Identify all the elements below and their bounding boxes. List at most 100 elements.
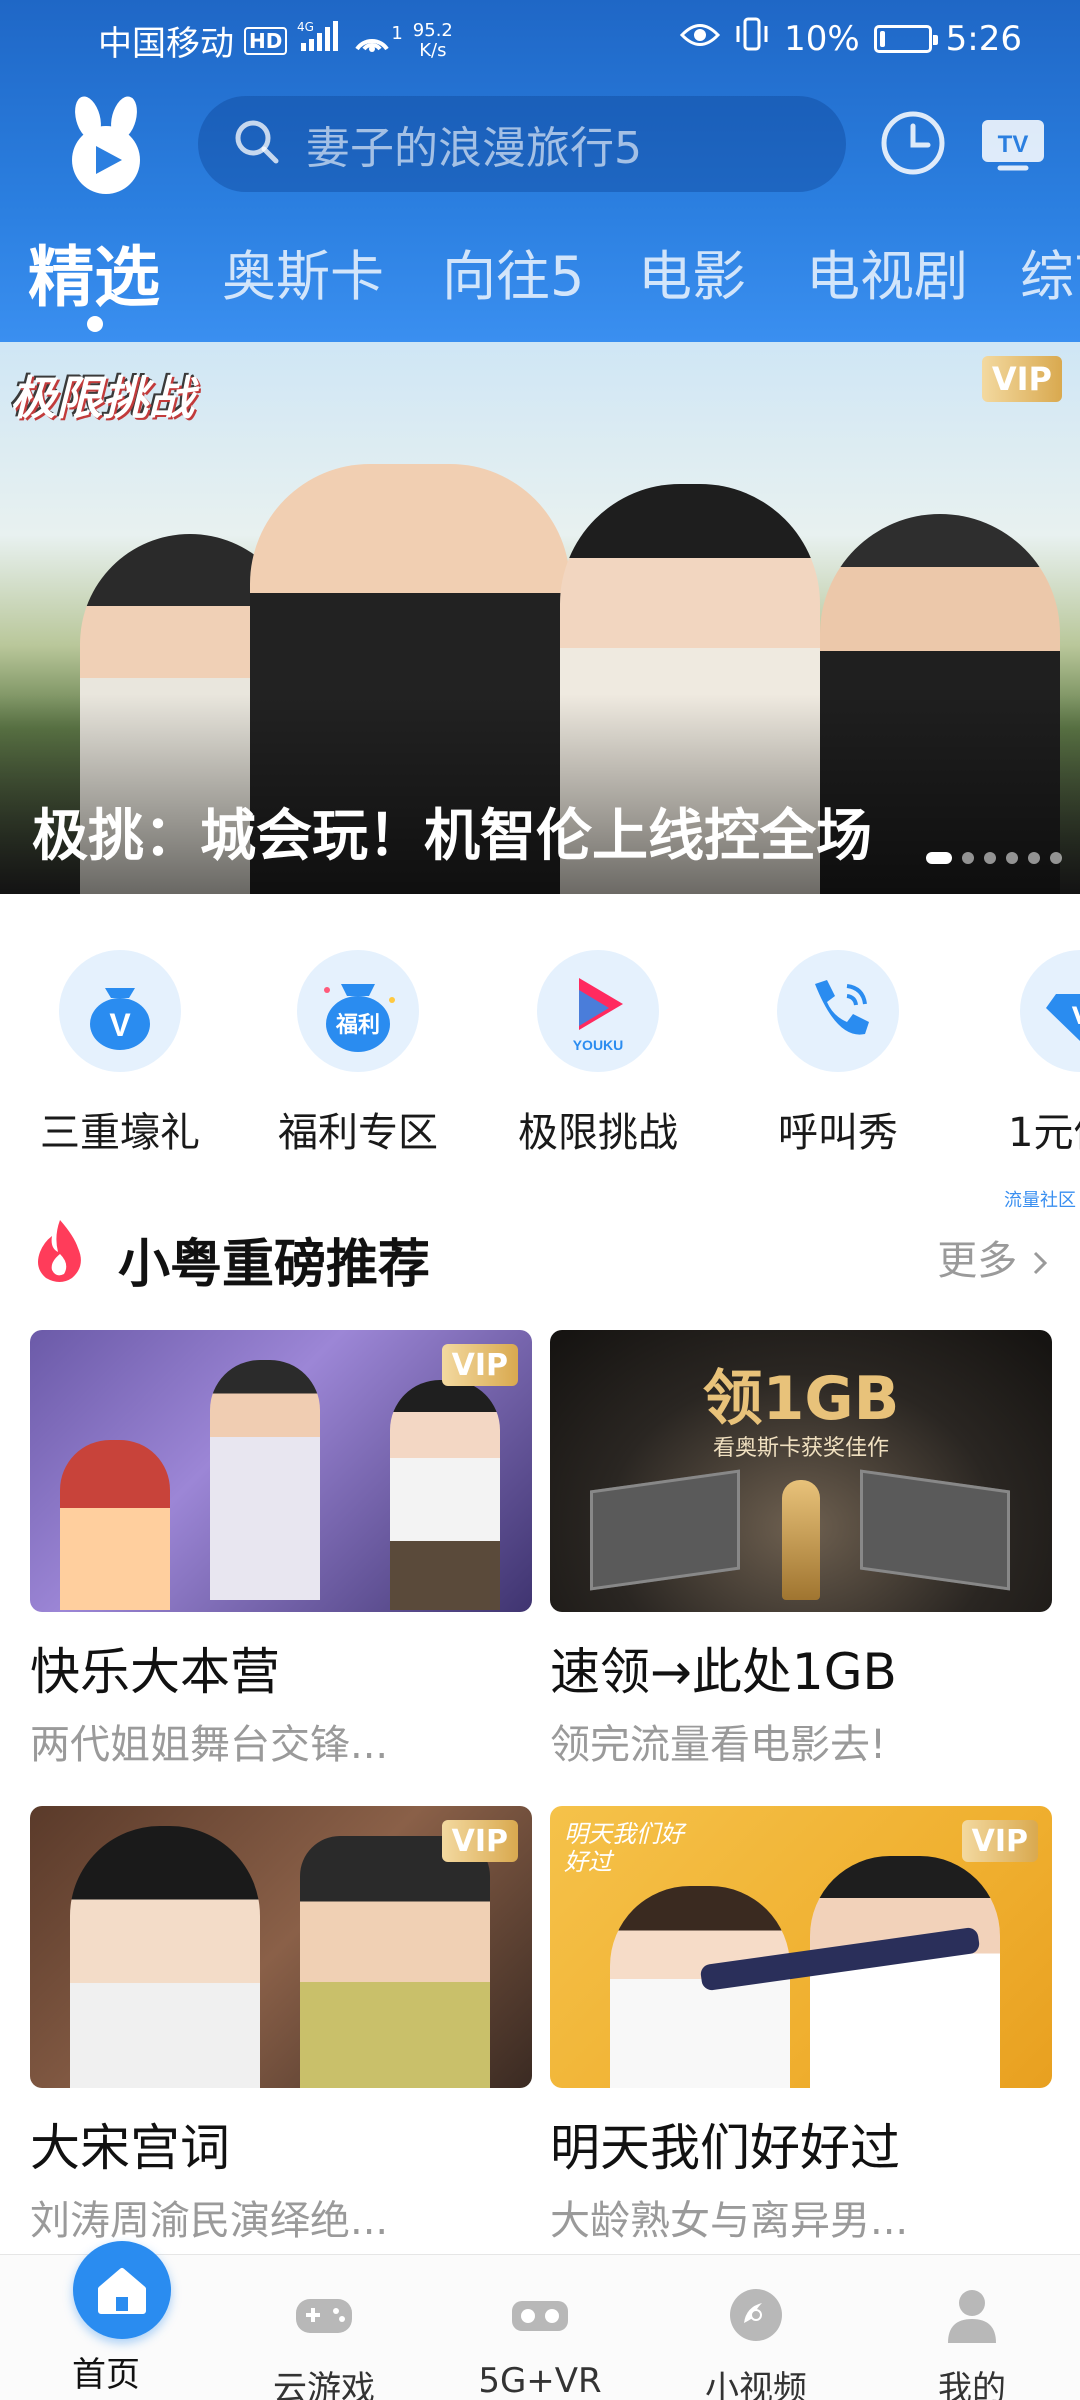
- video-card[interactable]: 明天我们好好过 VIP 明天我们好好过 大龄熟女与离异男...: [550, 1806, 1052, 2246]
- top-bar: 妻子的浪漫旅行5 TV: [0, 88, 1080, 208]
- signal-icon: 4G: [297, 19, 343, 62]
- svg-text:V: V: [109, 1007, 131, 1043]
- nav-short-video[interactable]: 小视频: [666, 2255, 846, 2400]
- header: 中国移动 HD 4G 1 95.2 K/s 10% 5:26 妻子的浪漫旅行5 …: [0, 0, 1080, 342]
- nav-5g-vr[interactable]: 5G+VR: [450, 2255, 630, 2400]
- show-logo: 极限挑战: [10, 371, 194, 425]
- trophy-icon: [782, 1480, 820, 1600]
- svg-text:TV: TV: [998, 131, 1029, 158]
- carrier-label: 中国移动: [98, 24, 234, 64]
- banner-title: 极挑：城会玩！机智伦上线控全场: [32, 804, 872, 869]
- tab-xiangwang5[interactable]: 向往5: [442, 232, 584, 311]
- eye-icon: [679, 19, 721, 59]
- video-card[interactable]: VIP 快乐大本营 两代姐姐舞台交锋...: [30, 1330, 532, 1770]
- tab-featured[interactable]: 精选: [28, 224, 160, 320]
- promo-title: 领1GB: [702, 1364, 900, 1434]
- vip-badge: VIP: [441, 1344, 518, 1386]
- nav-label: 首页: [72, 2355, 140, 2395]
- chevron-right-icon: [1030, 1238, 1050, 1284]
- pager-dot: [962, 852, 974, 864]
- more-link[interactable]: 更多: [937, 1228, 1050, 1286]
- nav-cloud-game[interactable]: 云游戏: [234, 2255, 414, 2400]
- tab-tv-series[interactable]: 电视剧: [806, 232, 968, 311]
- money-bag-v-icon: V: [59, 950, 181, 1072]
- vip-badge: VIP: [441, 1820, 518, 1862]
- banner-pager: [926, 852, 1062, 864]
- vr-headset-icon: [508, 2283, 572, 2347]
- hotspot-icon: [353, 19, 393, 62]
- search-icon: [232, 117, 282, 171]
- quick-entry-triple-gift[interactable]: V 三重壕礼: [20, 950, 220, 1158]
- disc-icon: [724, 2283, 788, 2347]
- vip-badge: VIP: [961, 1820, 1038, 1862]
- search-placeholder: 妻子的浪漫旅行5: [306, 123, 642, 174]
- pager-dot: [1050, 852, 1062, 864]
- category-tabs: 精选 奥斯卡 向往5 电影 电视剧 综艺: [0, 222, 1080, 332]
- vibrate-icon: [734, 16, 770, 61]
- section-title: 小粤重磅推荐: [118, 1235, 431, 1295]
- video-card[interactable]: 领1GB 看奥斯卡获奖佳作 速领→此处1GB 领完流量看电影去!: [550, 1330, 1052, 1770]
- video-card[interactable]: VIP 大宋宫词 刘涛周渝民演绎绝...: [30, 1806, 532, 2246]
- nav-label: 云游戏: [273, 2369, 375, 2400]
- svg-text:福利: 福利: [335, 1013, 380, 1038]
- video-subtitle: 大龄熟女与离异男...: [550, 2198, 909, 2244]
- promo-subtitle: 看奥斯卡获奖佳作: [712, 1436, 889, 1461]
- video-thumbnail: 明天我们好好过 VIP: [550, 1806, 1052, 2088]
- quick-entry-label: 呼叫秀: [778, 1110, 898, 1156]
- traffic-community-link[interactable]: 流量社区: [1004, 1186, 1076, 1212]
- battery-percent: 10%: [784, 18, 860, 59]
- bottom-nav: 首页 云游戏 5G+VR 小视频 我的: [0, 2241, 1080, 2400]
- quick-entry-one-yuan[interactable]: V 1元体: [978, 950, 1080, 1158]
- video-title: 速领→此处1GB: [550, 1643, 897, 1701]
- nav-label: 5G+VR: [478, 2361, 602, 2400]
- video-thumbnail: VIP: [30, 1330, 532, 1612]
- tv-icon[interactable]: TV: [980, 116, 1046, 172]
- net-speed-value: 95.2: [412, 19, 453, 41]
- tab-movies[interactable]: 电影: [638, 232, 746, 311]
- hotspot-count: 1: [391, 23, 403, 44]
- welfare-bag-icon: 福利: [297, 950, 419, 1072]
- quick-entry-label: 福利专区: [278, 1110, 438, 1156]
- net-speed-unit: K/s: [419, 39, 447, 61]
- nav-me[interactable]: 我的: [882, 2255, 1062, 2400]
- battery-level: [879, 30, 885, 47]
- net-speed: 95.2 K/s: [412, 19, 453, 61]
- poster-title: 明天我们好好过: [564, 1820, 684, 1876]
- clock-time: 5:26: [945, 18, 1022, 59]
- quick-entry-call-show[interactable]: 呼叫秀: [738, 950, 938, 1158]
- pager-dot: [926, 852, 952, 864]
- home-icon: [73, 2241, 171, 2339]
- hero-banner[interactable]: 极限挑战 VIP 极挑：城会玩！机智伦上线控全场: [0, 342, 1080, 894]
- nav-label: 小视频: [705, 2369, 807, 2400]
- svg-text:YOUKU: YOUKU: [573, 1037, 624, 1053]
- person-icon: [940, 2283, 1004, 2347]
- video-subtitle: 刘涛周渝民演绎绝...: [30, 2198, 389, 2244]
- video-title: 明天我们好好过: [550, 2119, 900, 2177]
- pager-dot: [1028, 852, 1040, 864]
- diamond-v-icon: V: [1020, 950, 1080, 1072]
- nav-home[interactable]: 首页: [16, 2241, 196, 2396]
- status-bar: 中国移动 HD 4G 1 95.2 K/s 10% 5:26: [0, 0, 1080, 78]
- clock-icon[interactable]: [878, 108, 948, 178]
- svg-text:4G: 4G: [297, 20, 314, 34]
- search-bar[interactable]: 妻子的浪漫旅行5: [198, 96, 846, 192]
- app-page: 中国移动 HD 4G 1 95.2 K/s 10% 5:26 妻子的浪漫旅行5 …: [0, 0, 1080, 2400]
- quick-entry-label: 极限挑战: [518, 1110, 678, 1156]
- video-title: 大宋宫词: [30, 2119, 230, 2177]
- youku-bunny-logo[interactable]: [56, 96, 156, 196]
- fire-icon: [32, 1218, 88, 1284]
- vip-badge: VIP: [981, 356, 1062, 402]
- tab-variety[interactable]: 综艺: [1020, 232, 1080, 311]
- quick-entry-youku[interactable]: YOUKU 极限挑战: [498, 950, 698, 1158]
- video-thumbnail: 领1GB 看奥斯卡获奖佳作: [550, 1330, 1052, 1612]
- video-thumbnail: VIP: [30, 1806, 532, 2088]
- quick-entry-welfare[interactable]: 福利 福利专区: [258, 950, 458, 1158]
- active-tab-indicator: [87, 316, 103, 332]
- quick-entry-label: 三重壕礼: [40, 1110, 200, 1156]
- hd-badge: HD: [244, 26, 288, 55]
- video-title: 快乐大本营: [30, 1643, 280, 1701]
- svg-text:V: V: [1072, 1002, 1080, 1030]
- tab-oscar[interactable]: 奥斯卡: [222, 232, 384, 311]
- youku-logo-icon: YOUKU: [537, 950, 659, 1072]
- nav-label: 我的: [938, 2369, 1006, 2400]
